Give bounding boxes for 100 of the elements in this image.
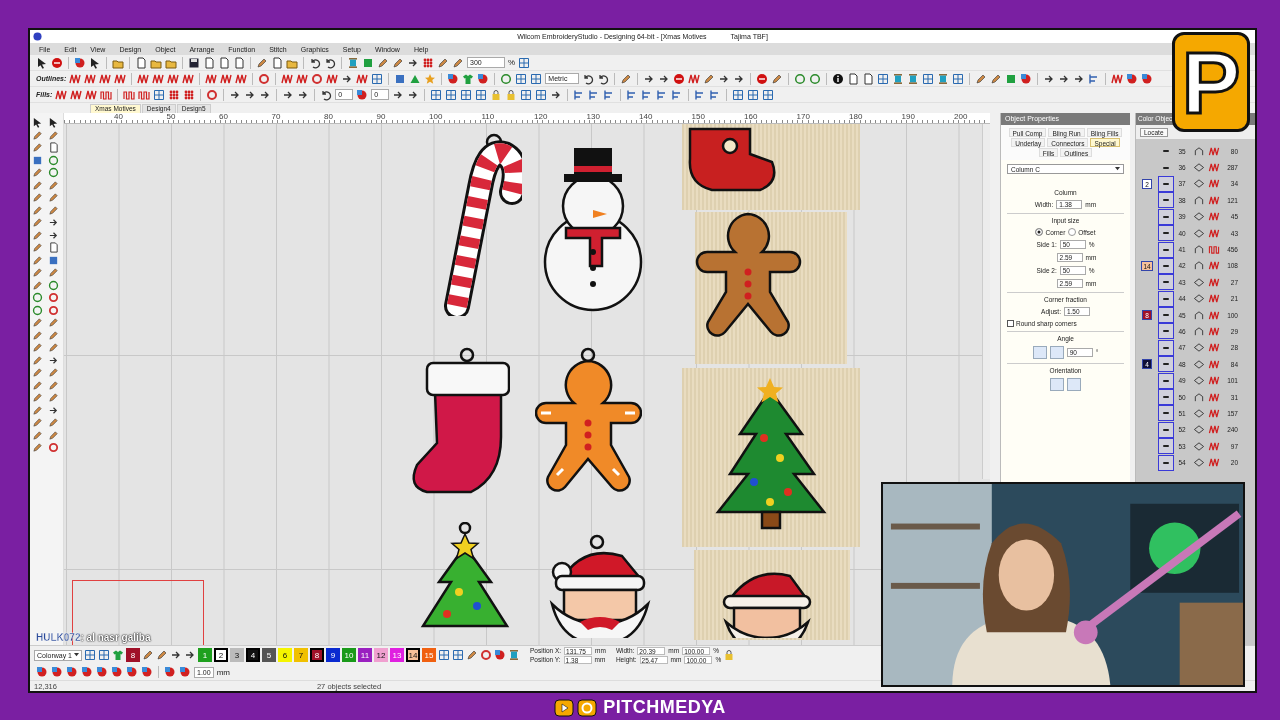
- ring-icon[interactable]: [480, 649, 492, 661]
- stop-sign-icon[interactable]: [756, 72, 769, 85]
- zigzag-icon[interactable]: [356, 72, 369, 85]
- square-icon[interactable]: [1005, 72, 1018, 85]
- color-swatch[interactable]: 5: [262, 648, 276, 662]
- lock-icon[interactable]: [505, 88, 518, 101]
- pencil-icon[interactable]: [32, 142, 43, 153]
- pencil-icon[interactable]: [32, 217, 43, 228]
- color-swatch[interactable]: 8: [310, 648, 324, 662]
- circle-icon[interactable]: [500, 72, 513, 85]
- pencil-icon[interactable]: [48, 267, 59, 278]
- object-thumbnail[interactable]: [1158, 192, 1174, 209]
- document-icon[interactable]: [135, 56, 147, 69]
- pencil-icon[interactable]: [48, 179, 59, 191]
- ball-icon[interactable]: [81, 666, 93, 678]
- pencil-icon[interactable]: [48, 192, 59, 203]
- object-thumbnail[interactable]: [1158, 175, 1174, 192]
- ball-icon[interactable]: [1126, 72, 1139, 85]
- stop-sign-icon[interactable]: [51, 56, 63, 69]
- grid-icon[interactable]: [460, 88, 473, 101]
- object-thumbnail[interactable]: [1158, 454, 1174, 471]
- ball-icon[interactable]: [36, 666, 48, 678]
- pencil-icon[interactable]: [48, 392, 59, 403]
- pencil-icon[interactable]: [975, 72, 988, 85]
- grid-icon[interactable]: [84, 649, 96, 661]
- star-icon[interactable]: [424, 72, 437, 85]
- grid-icon[interactable]: [452, 649, 464, 661]
- grid-icon[interactable]: [438, 649, 450, 661]
- object-thumbnail[interactable]: [1158, 438, 1174, 455]
- pencil-icon[interactable]: [48, 417, 59, 428]
- pencil-icon[interactable]: [620, 72, 633, 85]
- zigzag-icon[interactable]: [167, 72, 180, 85]
- pencil-icon[interactable]: [32, 267, 43, 278]
- christmas-tree-drawing[interactable]: [714, 378, 827, 530]
- color-swatch[interactable]: 9: [326, 648, 340, 662]
- grid-icon[interactable]: [877, 72, 890, 85]
- radio-button[interactable]: [1068, 228, 1077, 236]
- square-wave-icon[interactable]: [138, 88, 151, 101]
- pencil-icon[interactable]: [703, 72, 716, 85]
- object-thumbnail[interactable]: [1158, 307, 1174, 324]
- object-thumbnail[interactable]: [1158, 421, 1174, 438]
- grid-icon[interactable]: [952, 72, 965, 85]
- pointer-icon[interactable]: [89, 56, 101, 69]
- ball-icon[interactable]: [477, 72, 490, 85]
- pencil-icon[interactable]: [452, 56, 464, 69]
- document-icon[interactable]: [233, 56, 245, 69]
- document-icon[interactable]: [862, 72, 875, 85]
- pencil-icon[interactable]: [32, 204, 43, 216]
- pencil-icon[interactable]: [48, 367, 59, 378]
- pencil-icon[interactable]: [48, 317, 59, 328]
- arrow-icon[interactable]: [170, 649, 182, 661]
- circle-icon[interactable]: [48, 279, 59, 291]
- grid-icon[interactable]: [520, 88, 533, 101]
- pencil-icon[interactable]: [771, 72, 784, 85]
- object-thumbnail[interactable]: [1158, 323, 1174, 340]
- ball-icon[interactable]: [141, 666, 153, 678]
- object-thumbnail[interactable]: [1158, 356, 1174, 373]
- pencil-icon[interactable]: [156, 649, 168, 661]
- dots-icon[interactable]: [422, 56, 434, 69]
- ball-icon[interactable]: [1141, 72, 1154, 85]
- object-thumbnail[interactable]: [1158, 241, 1174, 258]
- pencil-icon[interactable]: [32, 129, 43, 141]
- pencil-icon[interactable]: [48, 129, 59, 141]
- pencil-icon[interactable]: [32, 329, 43, 341]
- spool-icon[interactable]: [907, 72, 920, 85]
- undo-icon[interactable]: [309, 56, 321, 69]
- object-thumbnail[interactable]: [1158, 225, 1174, 242]
- pencil-icon[interactable]: [32, 392, 43, 403]
- color-swatch[interactable]: 10: [342, 648, 356, 662]
- zigzag-icon[interactable]: [296, 72, 309, 85]
- pencil-icon[interactable]: [377, 56, 389, 69]
- square-icon[interactable]: [32, 154, 43, 166]
- spool-icon[interactable]: [892, 72, 905, 85]
- grid-icon[interactable]: [98, 649, 110, 661]
- pencil-icon[interactable]: [48, 342, 59, 353]
- zigzag-icon[interactable]: [84, 72, 97, 85]
- pencil-icon[interactable]: [32, 367, 43, 378]
- pointer-icon[interactable]: [48, 117, 59, 128]
- color-swatch[interactable]: 4: [246, 648, 260, 662]
- pencil-icon[interactable]: [32, 379, 43, 391]
- pointer-icon[interactable]: [32, 117, 43, 128]
- shirt-icon[interactable]: [462, 72, 475, 85]
- grid-icon[interactable]: [445, 88, 458, 101]
- spool-icon[interactable]: [347, 56, 359, 69]
- zigzag-icon[interactable]: [55, 88, 68, 101]
- document-icon[interactable]: [847, 72, 860, 85]
- ring-icon[interactable]: [48, 442, 59, 453]
- color-swatch[interactable]: 7: [294, 648, 308, 662]
- ball-icon[interactable]: [1020, 72, 1033, 85]
- arrow-icon[interactable]: [184, 649, 196, 661]
- pencil-icon[interactable]: [256, 56, 268, 69]
- pencil-icon[interactable]: [32, 254, 43, 266]
- shirt-icon[interactable]: [112, 649, 124, 661]
- grid-icon[interactable]: [732, 88, 745, 101]
- ring-icon[interactable]: [206, 88, 219, 101]
- circle-icon[interactable]: [48, 154, 59, 166]
- undo-icon[interactable]: [324, 56, 336, 69]
- color-swatch[interactable]: 6: [278, 648, 292, 662]
- ring-icon[interactable]: [258, 72, 271, 85]
- circle-icon[interactable]: [32, 292, 43, 303]
